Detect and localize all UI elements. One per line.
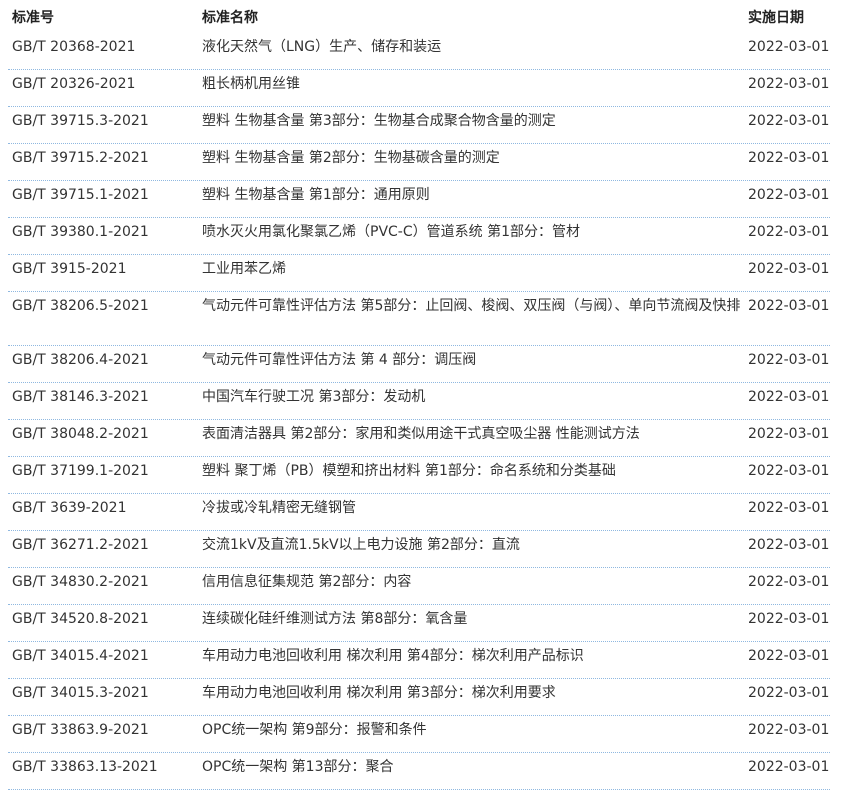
standard-code: GB/T 37199.1-2021 xyxy=(12,463,149,479)
effective-date: 2022-03-01 xyxy=(748,722,830,738)
table-body: GB/T 20368-2021 液化天然气（LNG）生产、储存和装运 2022-03… xyxy=(8,33,830,790)
table-row: GB/T 34015.3-2021 车用动力电池回收利用 梯次利用 第3部分：梯次… xyxy=(8,679,830,716)
standard-name: 交流1kV及直流1.5kV以上电力设施 第2部分：直流 xyxy=(202,537,520,553)
standard-code: GB/T 38146.3-2021 xyxy=(12,389,149,405)
standard-code: GB/T 34015.4-2021 xyxy=(12,648,149,664)
table-row: GB/T 34015.4-2021 车用动力电池回收利用 梯次利用 第4部分：梯次… xyxy=(8,642,830,679)
table-row: GB/T 20326-2021 粗长柄机用丝锥 2022-03-01 xyxy=(8,70,830,107)
effective-date: 2022-03-01 xyxy=(748,426,830,442)
standard-name: 冷拔或冷轧精密无缝钢管 xyxy=(202,500,356,516)
standard-name: 表面清洁器具 第2部分：家用和类似用途干式真空吸尘器 性能测试方法 xyxy=(202,426,640,442)
standard-code: GB/T 39715.2-2021 xyxy=(12,150,149,166)
standard-code: GB/T 33863.9-2021 xyxy=(12,722,149,738)
standard-code: GB/T 39715.1-2021 xyxy=(12,187,149,203)
standard-name: 中国汽车行驶工况 第3部分：发动机 xyxy=(202,389,426,405)
standard-code: GB/T 20326-2021 xyxy=(12,76,136,92)
effective-date: 2022-03-01 xyxy=(748,759,830,775)
effective-date: 2022-03-01 xyxy=(748,187,830,203)
table-row: GB/T 39715.3-2021 塑料 生物基含量 第3部分：生物基合成聚合物含… xyxy=(8,107,830,144)
standard-name: 车用动力电池回收利用 梯次利用 第3部分：梯次利用要求 xyxy=(202,685,556,701)
standard-code: GB/T 34015.3-2021 xyxy=(12,685,149,701)
standard-code: GB/T 34830.2-2021 xyxy=(12,574,149,590)
standard-name: 信用信息征集规范 第2部分：内容 xyxy=(202,574,412,590)
standards-table: 标准号 标准名称 实施日期 GB/T 20368-2021 液化天然气（LNG）生… xyxy=(8,0,830,790)
effective-date: 2022-03-01 xyxy=(748,224,830,240)
table-row: GB/T 33863.13-2021 OPC统一架构 第13部分：聚合 2022-0… xyxy=(8,753,830,790)
standard-name: 气动元件可靠性评估方法 第 4 部分：调压阀 xyxy=(202,352,477,368)
table-header: 标准号 标准名称 实施日期 xyxy=(8,0,830,33)
table-row: GB/T 38206.5-2021 气动元件可靠性评估方法 第5部分：止回阀、梭阀… xyxy=(8,292,830,346)
table-row: GB/T 3639-2021 冷拔或冷轧精密无缝钢管 2022-03-01 xyxy=(8,494,830,531)
effective-date: 2022-03-01 xyxy=(748,574,830,590)
standard-code: GB/T 33863.13-2021 xyxy=(12,759,158,775)
effective-date: 2022-03-01 xyxy=(748,150,830,166)
effective-date: 2022-03-01 xyxy=(748,611,830,627)
header-standard-code: 标准号 xyxy=(12,10,54,26)
effective-date: 2022-03-01 xyxy=(748,39,830,55)
table-row: GB/T 39380.1-2021 喷水灭火用氯化聚氯乙烯（PVC-C）管道系统 … xyxy=(8,218,830,255)
standard-name: 连续碳化硅纤维测试方法 第8部分：氧含量 xyxy=(202,611,468,627)
standard-code: GB/T 38206.5-2021 xyxy=(12,298,149,314)
standard-name: 塑料 聚丁烯（PB）模塑和挤出材料 第1部分：命名系统和分类基础 xyxy=(202,463,616,479)
table-row: GB/T 20368-2021 液化天然气（LNG）生产、储存和装运 2022-03… xyxy=(8,33,830,70)
standard-name: 塑料 生物基含量 第2部分：生物基碳含量的测定 xyxy=(202,150,500,166)
standard-name: OPC统一架构 第13部分：聚合 xyxy=(202,759,394,775)
effective-date: 2022-03-01 xyxy=(748,463,830,479)
standard-name: 气动元件可靠性评估方法 第5部分：止回阀、梭阀、双压阀（与阀）、单向节流阀及快排 xyxy=(202,298,741,314)
standard-code: GB/T 38048.2-2021 xyxy=(12,426,149,442)
effective-date: 2022-03-01 xyxy=(748,261,830,277)
standard-name: 塑料 生物基含量 第1部分：通用原则 xyxy=(202,187,430,203)
table-row: GB/T 38206.4-2021 气动元件可靠性评估方法 第 4 部分：调压阀 2… xyxy=(8,346,830,383)
standard-name: 喷水灭火用氯化聚氯乙烯（PVC-C）管道系统 第1部分：管材 xyxy=(202,224,580,240)
effective-date: 2022-03-01 xyxy=(748,352,830,368)
standard-code: GB/T 34520.8-2021 xyxy=(12,611,149,627)
table-row: GB/T 3915-2021 工业用苯乙烯 2022-03-01 xyxy=(8,255,830,292)
table-row: GB/T 36271.2-2021 交流1kV及直流1.5kV以上电力设施 第2部… xyxy=(8,531,830,568)
header-standard-name: 标准名称 xyxy=(202,10,258,26)
effective-date: 2022-03-01 xyxy=(748,500,830,516)
standard-code: GB/T 39380.1-2021 xyxy=(12,224,149,240)
effective-date: 2022-03-01 xyxy=(748,113,830,129)
effective-date: 2022-03-01 xyxy=(748,76,830,92)
standard-code: GB/T 3639-2021 xyxy=(12,500,127,516)
standard-code: GB/T 38206.4-2021 xyxy=(12,352,149,368)
table-row: GB/T 33863.9-2021 OPC统一架构 第9部分：报警和条件 2022-… xyxy=(8,716,830,753)
table-row: GB/T 34830.2-2021 信用信息征集规范 第2部分：内容 2022-03… xyxy=(8,568,830,605)
header-effective-date: 实施日期 xyxy=(748,10,804,26)
effective-date: 2022-03-01 xyxy=(748,648,830,664)
standard-name: OPC统一架构 第9部分：报警和条件 xyxy=(202,722,427,738)
table-row: GB/T 38146.3-2021 中国汽车行驶工况 第3部分：发动机 2022-0… xyxy=(8,383,830,420)
standard-name: 塑料 生物基含量 第3部分：生物基合成聚合物含量的测定 xyxy=(202,113,556,129)
effective-date: 2022-03-01 xyxy=(748,537,830,553)
table-row: GB/T 34520.8-2021 连续碳化硅纤维测试方法 第8部分：氧含量 202… xyxy=(8,605,830,642)
table-row: GB/T 38048.2-2021 表面清洁器具 第2部分：家用和类似用途干式真空… xyxy=(8,420,830,457)
standard-name: 粗长柄机用丝锥 xyxy=(202,76,300,92)
standard-code: GB/T 36271.2-2021 xyxy=(12,537,149,553)
table-row: GB/T 39715.2-2021 塑料 生物基含量 第2部分：生物基碳含量的测定… xyxy=(8,144,830,181)
standard-code: GB/T 20368-2021 xyxy=(12,39,136,55)
standard-name: 车用动力电池回收利用 梯次利用 第4部分：梯次利用产品标识 xyxy=(202,648,584,664)
standard-name: 工业用苯乙烯 xyxy=(202,261,286,277)
standard-name: 液化天然气（LNG）生产、储存和装运 xyxy=(202,39,442,55)
effective-date: 2022-03-01 xyxy=(748,685,830,701)
effective-date: 2022-03-01 xyxy=(748,298,830,314)
standard-code: GB/T 39715.3-2021 xyxy=(12,113,149,129)
table-row: GB/T 39715.1-2021 塑料 生物基含量 第1部分：通用原则 2022-… xyxy=(8,181,830,218)
standard-code: GB/T 3915-2021 xyxy=(12,261,127,277)
table-row: GB/T 37199.1-2021 塑料 聚丁烯（PB）模塑和挤出材料 第1部分：… xyxy=(8,457,830,494)
effective-date: 2022-03-01 xyxy=(748,389,830,405)
